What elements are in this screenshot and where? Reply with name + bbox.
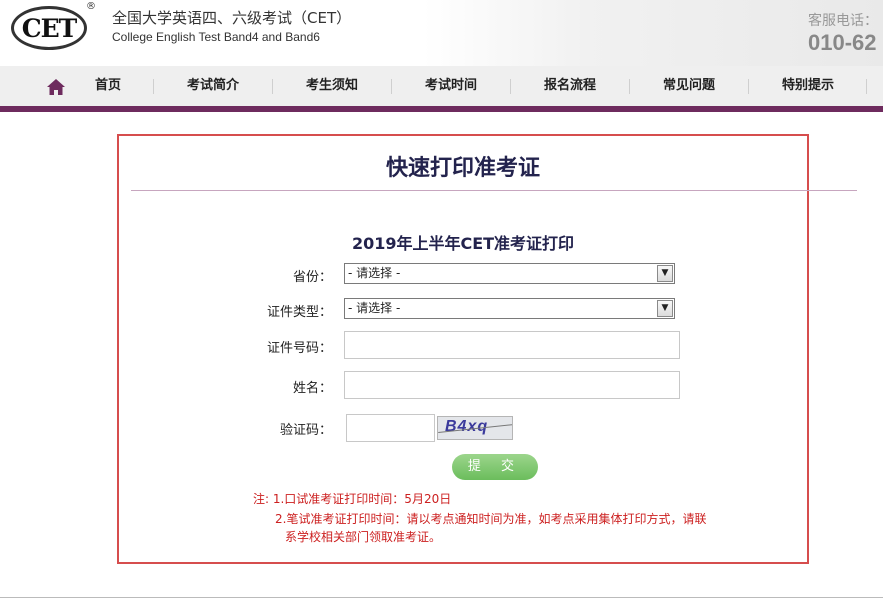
nav-separator bbox=[510, 79, 511, 94]
form-heading: 2019年上半年CET准考证打印 bbox=[351, 234, 575, 253]
home-icon[interactable] bbox=[46, 78, 66, 96]
id-type-select[interactable]: - 请选择 - ▼ bbox=[344, 298, 675, 319]
id-type-select-value: - 请选择 - bbox=[348, 301, 401, 315]
id-number-input[interactable] bbox=[344, 331, 680, 359]
name-input[interactable] bbox=[344, 371, 680, 399]
nav-item-home[interactable]: 首页 bbox=[84, 66, 132, 106]
cet-logo[interactable]: CET bbox=[11, 6, 87, 50]
bottom-divider bbox=[0, 597, 883, 598]
submit-button[interactable]: 提 交 bbox=[452, 454, 538, 480]
site-title: 全国大学英语四、六级考试（CET） bbox=[112, 9, 352, 27]
site-subtitle: College English Test Band4 and Band6 bbox=[112, 30, 320, 44]
note-line-3: 系学校相关部门领取准考证。 bbox=[285, 530, 442, 544]
logo-text: CET bbox=[21, 13, 78, 43]
hotline-number: 010-62 bbox=[808, 30, 877, 55]
province-label: 省份： bbox=[292, 270, 332, 285]
chevron-down-icon[interactable]: ▼ bbox=[657, 300, 673, 317]
nav-separator bbox=[866, 79, 867, 94]
registered-mark: ® bbox=[86, 1, 96, 12]
chevron-down-icon[interactable]: ▼ bbox=[657, 265, 673, 282]
nav-item-registration-process[interactable]: 报名流程 bbox=[533, 66, 607, 106]
nav-separator bbox=[748, 79, 749, 94]
nav-item-special-notice[interactable]: 特别提示 bbox=[771, 66, 845, 106]
nav-item-exam-time[interactable]: 考试时间 bbox=[414, 66, 488, 106]
name-label: 姓名： bbox=[292, 381, 332, 396]
province-select-value: - 请选择 - bbox=[348, 266, 401, 280]
captcha-image[interactable]: B4xq bbox=[437, 416, 513, 440]
nav-item-faq[interactable]: 常见问题 bbox=[652, 66, 726, 106]
nav-item-exam-intro[interactable]: 考试简介 bbox=[176, 66, 250, 106]
nav-accent-bar bbox=[0, 106, 883, 112]
note-line-2: 2.笔试准考证打印时间：请以考点通知时间为准，如考点采用集体打印方式，请联 bbox=[275, 512, 707, 526]
header-decoration bbox=[520, 0, 550, 65]
nav-separator bbox=[153, 79, 154, 94]
nav-separator bbox=[629, 79, 630, 94]
id-type-label: 证件类型： bbox=[266, 305, 332, 320]
hotline-label: 客服电话： bbox=[808, 13, 878, 29]
nav-separator bbox=[272, 79, 273, 94]
print-admission-panel: 快速打印准考证 2019年上半年CET准考证打印 省份： - 请选择 - ▼ 证… bbox=[117, 134, 857, 564]
main-nav: 首页 考试简介 考生须知 考试时间 报名流程 常见问题 特别提示 bbox=[0, 66, 883, 106]
id-number-label: 证件号码： bbox=[266, 341, 332, 356]
panel-title: 快速打印准考证 bbox=[385, 156, 540, 181]
site-header: CET ® 全国大学英语四、六级考试（CET） College English … bbox=[0, 0, 883, 66]
note-line-1: 注: 1.口试准考证打印时间：5月20日 bbox=[253, 492, 452, 506]
province-select[interactable]: - 请选择 - ▼ bbox=[344, 263, 675, 284]
nav-item-candidate-notice[interactable]: 考生须知 bbox=[295, 66, 369, 106]
nav-separator bbox=[391, 79, 392, 94]
captcha-input[interactable] bbox=[346, 414, 435, 442]
panel-divider bbox=[131, 190, 857, 191]
captcha-label: 验证码： bbox=[279, 423, 332, 438]
